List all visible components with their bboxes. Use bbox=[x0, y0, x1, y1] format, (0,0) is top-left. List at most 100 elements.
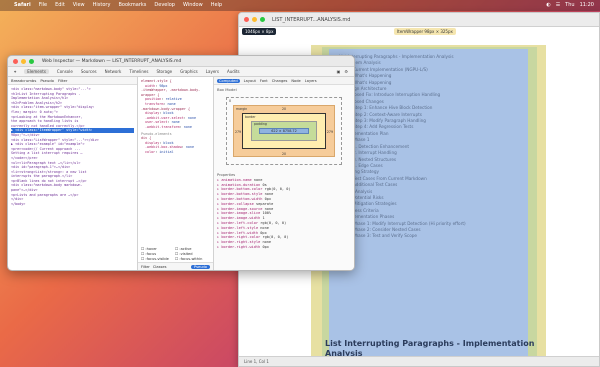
element-picker-icon[interactable]: ⌖ bbox=[14, 69, 16, 74]
computed-property-value: 0s bbox=[260, 182, 267, 187]
box-padding: padding 622 × 8758.72 bbox=[251, 121, 317, 141]
styles-filter-input[interactable]: Filter bbox=[141, 265, 150, 269]
style-value[interactable]: none bbox=[172, 120, 180, 124]
tab-network[interactable]: Network bbox=[105, 69, 122, 74]
computed-property-row[interactable]: ▸ border-right-width 0px bbox=[217, 245, 351, 250]
computed-property-value: none bbox=[260, 240, 272, 245]
style-property[interactable]: color bbox=[145, 150, 155, 154]
pseudo-class-checkbox[interactable]: :active bbox=[175, 247, 205, 251]
inspector-title: Web Inspector — Markdown — LIST_INTERRUP… bbox=[42, 58, 182, 64]
pseudo-button[interactable]: Pseudo bbox=[191, 264, 210, 269]
minimize-icon[interactable] bbox=[21, 58, 26, 64]
computed-property-name: ▸ border-left-style bbox=[217, 225, 259, 230]
tab-layers-side[interactable]: Layers bbox=[305, 79, 317, 83]
inspector-body: Breadcrumbs Pseudo Filter <div class="ma… bbox=[8, 77, 354, 270]
computed-property-name: ▸ border-right-width bbox=[217, 244, 261, 249]
tab-computed[interactable]: Computed bbox=[217, 78, 240, 83]
style-value[interactable]: none bbox=[186, 145, 194, 149]
computed-tabs: Computed Layout Font Changes Node Layers bbox=[214, 77, 354, 85]
computed-property-value: 0px bbox=[260, 244, 269, 249]
menu-develop[interactable]: Develop bbox=[154, 0, 175, 11]
style-property[interactable]: -webkit-user-select bbox=[145, 116, 184, 120]
style-value[interactable]: relative bbox=[165, 97, 181, 101]
menu-app-name[interactable]: Safari bbox=[14, 0, 31, 11]
menu-help[interactable]: Help bbox=[211, 0, 222, 11]
style-value[interactable]: block bbox=[163, 111, 173, 115]
style-property[interactable]: display bbox=[145, 141, 159, 145]
dom-pseudo-button[interactable]: Pseudo bbox=[40, 78, 54, 83]
dom-breadcrumbs-button[interactable]: Breadcrumbs bbox=[11, 78, 36, 83]
box-margin-bottom[interactable]: 20 bbox=[282, 152, 286, 156]
computed-property-value: 0px bbox=[262, 196, 272, 201]
inspector-titlebar: Web Inspector — Markdown — LIST_INTERRUP… bbox=[8, 56, 354, 67]
settings-icon[interactable]: ⚙ bbox=[344, 69, 348, 74]
computed-property-value: none bbox=[262, 206, 274, 211]
menu-window[interactable]: Window bbox=[183, 0, 203, 11]
dom-tree[interactable]: <div class="markdown-body" style="..."> … bbox=[8, 85, 137, 208]
style-value[interactable]: none bbox=[167, 102, 175, 106]
tab-elements[interactable]: Elements bbox=[24, 69, 49, 74]
box-content-size: 622 × 8758.72 bbox=[271, 129, 297, 133]
style-property[interactable]: display bbox=[145, 111, 159, 115]
tab-graphics[interactable]: Graphics bbox=[180, 69, 198, 74]
close-icon[interactable] bbox=[13, 58, 18, 64]
dom-filter-button[interactable]: Filter bbox=[58, 78, 67, 83]
style-value[interactable]: 98px bbox=[159, 84, 167, 88]
tab-font[interactable]: Font bbox=[260, 79, 268, 83]
style-rules[interactable]: element.style {width: 98px .itemWrapper, … bbox=[138, 77, 213, 157]
tab-storage[interactable]: Storage bbox=[156, 69, 172, 74]
tab-sources[interactable]: Sources bbox=[81, 69, 97, 74]
style-value[interactable]: block bbox=[163, 141, 173, 145]
style-declaration[interactable]: color: initial bbox=[141, 150, 210, 155]
pseudo-class-checkbox[interactable]: :hover bbox=[141, 247, 171, 251]
style-property[interactable]: -webkit-transform bbox=[145, 125, 180, 129]
dock-icon[interactable]: ▣ bbox=[337, 69, 341, 74]
control-center-icon[interactable]: ◐ bbox=[546, 0, 550, 11]
style-property[interactable]: width bbox=[145, 84, 155, 88]
zoom-icon[interactable] bbox=[260, 17, 265, 22]
editor-statusbar: Line 1, Col 1 bbox=[239, 356, 599, 366]
outline-item[interactable]: Phase 3: Test and Verify Scope bbox=[339, 233, 466, 239]
pseudo-class-checkbox[interactable]: :focus bbox=[141, 252, 171, 256]
size-tooltip-left: 1046px × 8px bbox=[242, 28, 277, 35]
menu-view[interactable]: View bbox=[73, 0, 85, 11]
menu-edit[interactable]: Edit bbox=[55, 0, 65, 11]
style-declaration[interactable]: -webkit-transform: none bbox=[141, 125, 210, 130]
tab-layers[interactable]: Layers bbox=[206, 69, 219, 74]
style-rule-selector[interactable]: .itemWrapper, .markdown-body-wrapper { bbox=[141, 88, 210, 97]
box-margin-left[interactable]: 279 bbox=[235, 130, 241, 134]
tab-audits[interactable]: Audits bbox=[227, 69, 240, 74]
style-value[interactable]: none bbox=[188, 116, 196, 120]
close-icon[interactable] bbox=[244, 17, 249, 22]
tab-node[interactable]: Node bbox=[291, 79, 300, 83]
dom-node-line[interactable]: </body> bbox=[11, 202, 134, 207]
minimize-icon[interactable] bbox=[252, 17, 257, 22]
style-property[interactable]: user-select bbox=[145, 120, 167, 124]
box-margin-right[interactable]: 279 bbox=[327, 130, 333, 134]
element-tooltip: ItemWrapper 98px × 325px bbox=[394, 28, 456, 35]
tab-changes[interactable]: Changes bbox=[272, 79, 288, 83]
menu-bookmarks[interactable]: Bookmarks bbox=[118, 0, 146, 11]
menu-history[interactable]: History bbox=[93, 0, 111, 11]
computed-property-name: ▸ border-right-color bbox=[217, 235, 261, 240]
style-property[interactable]: position bbox=[145, 97, 161, 101]
menu-file[interactable]: File bbox=[39, 0, 47, 11]
menu-extras-icon[interactable]: ☰ bbox=[556, 0, 560, 11]
pseudo-class-checkbox[interactable]: :focus-within bbox=[175, 257, 205, 261]
computed-pane: Computed Layout Font Changes Node Layers… bbox=[214, 77, 354, 270]
style-value[interactable]: none bbox=[184, 125, 192, 129]
tab-layout[interactable]: Layout bbox=[244, 79, 256, 83]
box-margin-top[interactable]: 20 bbox=[282, 107, 286, 111]
style-property[interactable]: -webkit-box-shadow bbox=[145, 145, 182, 149]
document-outline: List Interrupting Paragraphs - Implement… bbox=[339, 54, 466, 240]
style-property[interactable]: transform bbox=[145, 102, 163, 106]
tab-timelines[interactable]: Timelines bbox=[129, 69, 148, 74]
classes-button[interactable]: Classes bbox=[153, 265, 167, 269]
computed-property-value: none bbox=[251, 177, 263, 182]
computed-property-name: ▸ border-bottom-style bbox=[217, 192, 263, 197]
style-value[interactable]: initial bbox=[159, 150, 173, 154]
zoom-icon[interactable] bbox=[29, 58, 34, 64]
tab-console[interactable]: Console bbox=[57, 69, 73, 74]
pseudo-class-checkbox[interactable]: :visited bbox=[175, 252, 205, 256]
pseudo-class-checkbox[interactable]: :focus-visible bbox=[141, 257, 171, 261]
